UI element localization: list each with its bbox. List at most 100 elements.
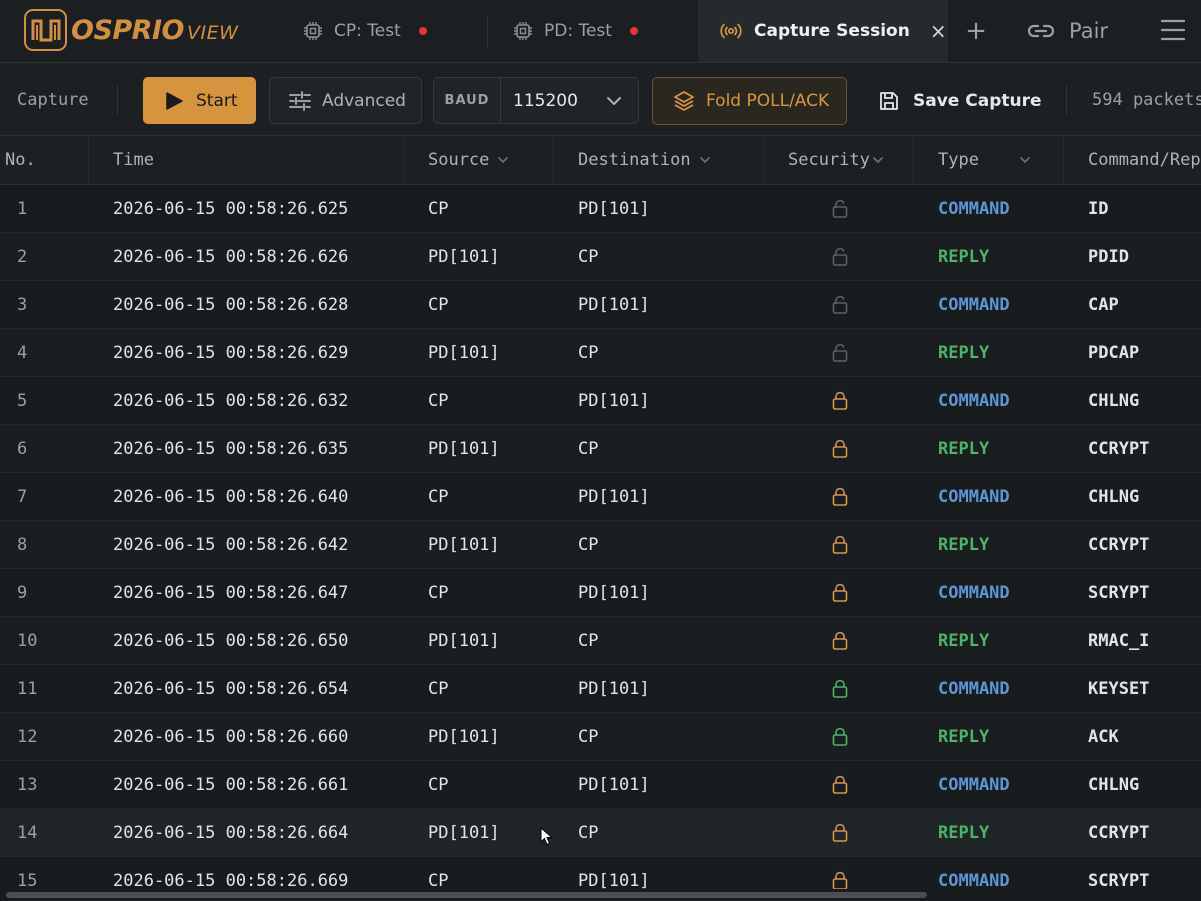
cell-type: COMMAND xyxy=(938,199,1010,219)
packet-table: No. Time Source Destination Security Typ… xyxy=(0,136,1201,901)
cell-no: 6 xyxy=(17,439,28,459)
table-row[interactable]: 11 2026-06-15 00:58:26.654 CP PD[101] COMMAN… xyxy=(0,665,1201,713)
link-icon xyxy=(1027,24,1055,38)
table-row[interactable]: 9 2026-06-15 00:58:26.647 CP PD[101] COMMAND… xyxy=(0,569,1201,617)
table-row[interactable]: 6 2026-06-15 00:58:26.635 PD[101] CP REPLY CC… xyxy=(0,425,1201,473)
capture-toolbar: Capture Start Advanced BAUD 115200 Fold … xyxy=(0,62,1201,136)
fold-poll-ack-button[interactable]: Fold POLL/ACK xyxy=(652,77,847,125)
cell-no: 10 xyxy=(17,631,38,651)
cell-destination: PD[101] xyxy=(578,679,650,699)
column-header-time[interactable]: Time xyxy=(113,136,154,184)
table-row[interactable]: 13 2026-06-15 00:58:26.661 CP PD[101] COMMAN… xyxy=(0,761,1201,809)
column-header-type[interactable]: Type xyxy=(938,136,1031,184)
cell-time: 2026-06-15 00:58:26.647 xyxy=(113,583,349,603)
column-header-security[interactable]: Security xyxy=(788,136,884,184)
chevron-down-icon[interactable] xyxy=(497,156,509,164)
start-button[interactable]: Start xyxy=(143,77,256,124)
cell-destination: PD[101] xyxy=(578,295,650,315)
lock-icon xyxy=(832,871,848,890)
table-row[interactable]: 12 2026-06-15 00:58:26.660 PD[101] CP REPLY A… xyxy=(0,713,1201,761)
cell-time: 2026-06-15 00:58:26.626 xyxy=(113,247,349,267)
tab-capture-session[interactable]: Capture Session × xyxy=(698,0,948,62)
table-row[interactable]: 2 2026-06-15 00:58:26.626 PD[101] CP REPLY PD… xyxy=(0,233,1201,281)
save-capture-button[interactable]: Save Capture xyxy=(878,77,1042,124)
tab-cp-test[interactable]: CP: Test xyxy=(302,0,427,62)
column-header-no[interactable]: No. xyxy=(5,136,36,184)
cell-destination: PD[101] xyxy=(578,775,650,795)
column-header-source[interactable]: Source xyxy=(428,136,509,184)
table-row[interactable]: 3 2026-06-15 00:58:26.628 CP PD[101] COMMAND… xyxy=(0,281,1201,329)
close-icon[interactable]: × xyxy=(930,19,947,43)
baud-value: 115200 xyxy=(513,90,578,111)
cell-time: 2026-06-15 00:58:26.629 xyxy=(113,343,349,363)
table-header: No. Time Source Destination Security Typ… xyxy=(0,136,1201,185)
cell-destination: CP xyxy=(578,823,599,843)
cell-type: REPLY xyxy=(938,247,990,267)
column-header-command-reply[interactable]: Command/Reply xyxy=(1088,136,1201,184)
cell-security xyxy=(830,329,850,377)
cell-destination: CP xyxy=(578,343,599,363)
sliders-icon xyxy=(289,90,311,111)
cell-time: 2026-06-15 00:58:26.632 xyxy=(113,391,349,411)
cell-command-reply: CHLNG xyxy=(1088,775,1140,795)
table-row[interactable]: 4 2026-06-15 00:58:26.629 PD[101] CP REPLY PD… xyxy=(0,329,1201,377)
advanced-button[interactable]: Advanced xyxy=(269,77,422,124)
cell-security xyxy=(830,761,850,809)
unlock-icon xyxy=(832,295,848,314)
table-row[interactable]: 7 2026-06-15 00:58:26.640 CP PD[101] COMMAND… xyxy=(0,473,1201,521)
column-divider[interactable] xyxy=(763,136,764,184)
cell-source: CP xyxy=(428,679,449,699)
cell-security xyxy=(830,713,850,761)
cell-security xyxy=(830,473,850,521)
column-header-destination[interactable]: Destination xyxy=(578,136,711,184)
cell-no: 1 xyxy=(17,199,28,219)
cell-source: PD[101] xyxy=(428,823,500,843)
cell-command-reply: PDID xyxy=(1088,247,1129,267)
cell-command-reply: CCRYPT xyxy=(1088,535,1150,555)
chevron-down-icon[interactable] xyxy=(699,156,711,164)
column-divider[interactable] xyxy=(1063,136,1064,184)
lock-icon xyxy=(832,487,848,506)
pair-button[interactable]: Pair xyxy=(1027,13,1108,49)
baud-select[interactable]: BAUD 115200 xyxy=(433,77,639,124)
cell-type: REPLY xyxy=(938,343,990,363)
cell-security xyxy=(830,281,850,329)
add-tab-button[interactable]: + xyxy=(963,15,989,47)
lock-icon xyxy=(832,679,848,698)
hamburger-menu-button[interactable] xyxy=(1160,16,1186,44)
unlock-icon xyxy=(832,343,848,362)
unlock-icon xyxy=(832,247,848,266)
cell-destination: PD[101] xyxy=(578,487,650,507)
cell-source: CP xyxy=(428,295,449,315)
lock-icon xyxy=(832,583,848,602)
cell-type: REPLY xyxy=(938,727,990,747)
layers-icon xyxy=(674,91,694,111)
chevron-down-icon[interactable] xyxy=(1019,156,1031,164)
cell-time: 2026-06-15 00:58:26.628 xyxy=(113,295,349,315)
horizontal-scrollbar[interactable] xyxy=(0,889,1201,901)
cell-source: CP xyxy=(428,775,449,795)
column-divider[interactable] xyxy=(553,136,554,184)
scrollbar-thumb[interactable] xyxy=(6,892,927,898)
cell-type: REPLY xyxy=(938,631,990,651)
cell-type: COMMAND xyxy=(938,583,1010,603)
column-divider[interactable] xyxy=(913,136,914,184)
cell-no: 11 xyxy=(17,679,38,699)
cell-no: 2 xyxy=(17,247,28,267)
column-divider[interactable] xyxy=(403,136,404,184)
fold-label: Fold POLL/ACK xyxy=(706,91,830,111)
tab-label: CP: Test xyxy=(334,21,401,41)
column-divider[interactable] xyxy=(88,136,89,184)
cell-destination: CP xyxy=(578,535,599,555)
cell-destination: CP xyxy=(578,631,599,651)
tab-pd-test[interactable]: PD: Test xyxy=(512,0,638,62)
table-row[interactable]: 1 2026-06-15 00:58:26.625 CP PD[101] COMMAND… xyxy=(0,185,1201,233)
cell-source: PD[101] xyxy=(428,247,500,267)
table-row[interactable]: 10 2026-06-15 00:58:26.650 PD[101] CP REPLY R… xyxy=(0,617,1201,665)
chevron-down-icon[interactable] xyxy=(872,156,884,164)
cell-command-reply: SCRYPT xyxy=(1088,583,1150,603)
table-row[interactable]: 8 2026-06-15 00:58:26.642 PD[101] CP REPLY CC… xyxy=(0,521,1201,569)
table-row[interactable]: 14 2026-06-15 00:58:26.664 PD[101] CP REPLY C… xyxy=(0,809,1201,857)
table-row[interactable]: 5 2026-06-15 00:58:26.632 CP PD[101] COMMAND… xyxy=(0,377,1201,425)
cell-type: COMMAND xyxy=(938,295,1010,315)
